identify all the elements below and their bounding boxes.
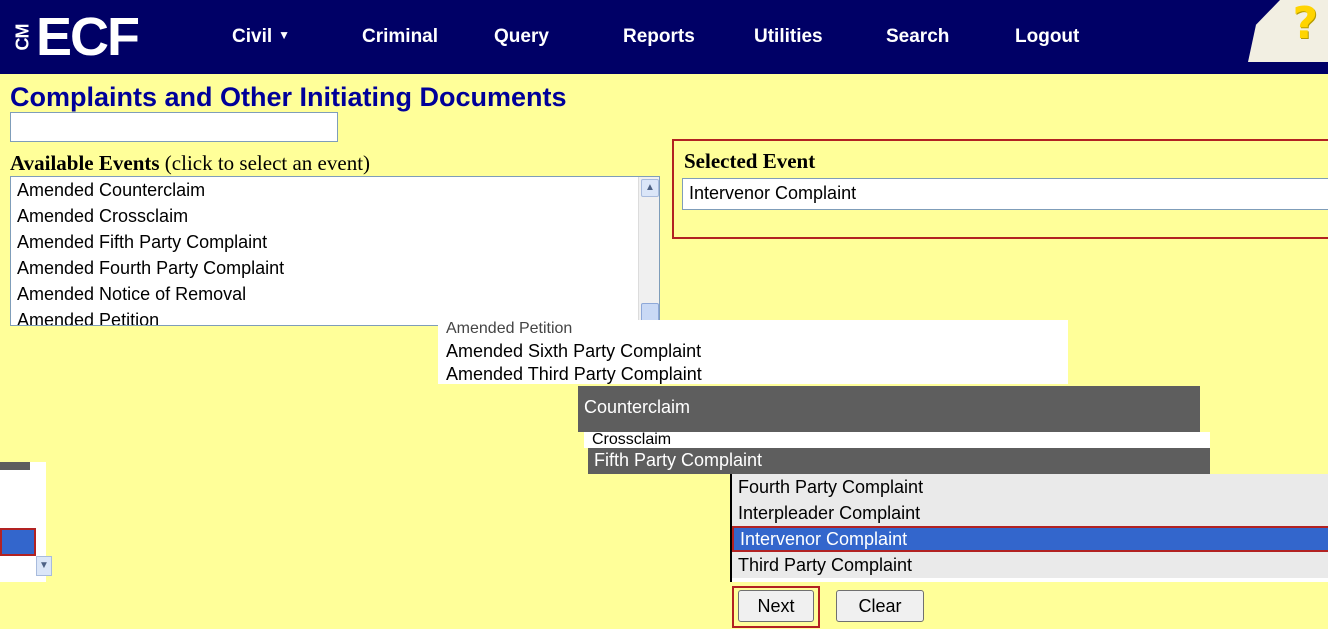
highlighted-option[interactable] (0, 528, 36, 556)
selected-event-field[interactable]: Intervenor Complaint (682, 178, 1328, 210)
divider (0, 462, 30, 470)
available-events-list[interactable]: Amended Counterclaim Amended Crossclaim … (10, 176, 660, 326)
list-item[interactable]: Amended Petition (438, 320, 1068, 338)
list-item[interactable]: Amended Sixth Party Complaint (438, 338, 1068, 364)
logo-ecf-text: ECF (36, 7, 140, 67)
list-fragment-dark-lower: Fifth Party Complaint (588, 448, 1210, 474)
list-item[interactable]: Amended Fifth Party Complaint (11, 229, 659, 255)
selected-event-label: Selected Event (684, 149, 816, 173)
selected-event-panel: Selected Event Intervenor Complaint (672, 139, 1328, 239)
event-dropdown-list[interactable]: Fourth Party Complaint Interpleader Comp… (730, 474, 1328, 582)
nav-utilities[interactable]: Utilities (754, 26, 823, 48)
list-item-selected[interactable]: Intervenor Complaint (732, 526, 1328, 552)
available-events-hint: (click to select an event) (159, 151, 371, 175)
nav-civil[interactable]: Civil ▼ (232, 26, 290, 48)
list-item[interactable]: Crossclaim (584, 432, 1210, 448)
top-navigation-bar: CM ECF Civil ▼ Criminal Query Reports Uti… (0, 0, 1328, 74)
list-item[interactable]: Counterclaim (578, 394, 1200, 420)
help-button[interactable]: ? (1248, 0, 1328, 62)
list-fragment-thin: Crossclaim (584, 432, 1210, 448)
cmecf-logo[interactable]: CM ECF (10, 7, 141, 67)
list-fragment-dark: Counterclaim (578, 386, 1200, 432)
nav-criminal[interactable]: Criminal (362, 26, 438, 48)
nav-logout[interactable]: Logout (1015, 26, 1079, 48)
chevron-down-icon[interactable]: ▼ (36, 556, 52, 576)
nav-query[interactable]: Query (494, 26, 549, 48)
chevron-down-icon: ▼ (278, 28, 291, 42)
list-item[interactable]: Amended Fourth Party Complaint (11, 255, 659, 281)
list-item[interactable]: Amended Counterclaim (11, 177, 659, 203)
nav-civil-label: Civil (232, 26, 273, 47)
list-item[interactable]: Interpleader Complaint (732, 500, 1328, 526)
list-item[interactable]: Amended Third Party Complaint (438, 364, 1068, 384)
list-item[interactable]: Amended Notice of Removal (11, 281, 659, 307)
chevron-up-icon[interactable]: ▲ (641, 179, 659, 197)
list-fragment-upper: Amended Petition Amended Sixth Party Com… (438, 320, 1068, 384)
available-events-title: Available Events (10, 151, 160, 175)
list-scrollbar[interactable]: ▲ (638, 177, 659, 325)
nav-reports[interactable]: Reports (623, 26, 695, 48)
clear-button[interactable]: Clear (836, 590, 924, 622)
logo-cm-text: CM (12, 24, 33, 50)
event-filter-input[interactable] (10, 112, 338, 142)
list-item[interactable]: Fifth Party Complaint (588, 448, 1210, 472)
available-events-label: Available Events (click to select an eve… (10, 151, 370, 176)
help-question-icon: ? (1292, 0, 1318, 49)
nav-search[interactable]: Search (886, 26, 949, 48)
list-item[interactable]: Fourth Party Complaint (732, 474, 1328, 500)
left-dropdown-fragment: ▼ (0, 462, 52, 582)
list-item[interactable]: Third Party Complaint (732, 552, 1328, 578)
list-item[interactable]: Amended Crossclaim (11, 203, 659, 229)
page-title: Complaints and Other Initiating Document… (10, 82, 567, 112)
next-button[interactable]: Next (738, 590, 814, 622)
